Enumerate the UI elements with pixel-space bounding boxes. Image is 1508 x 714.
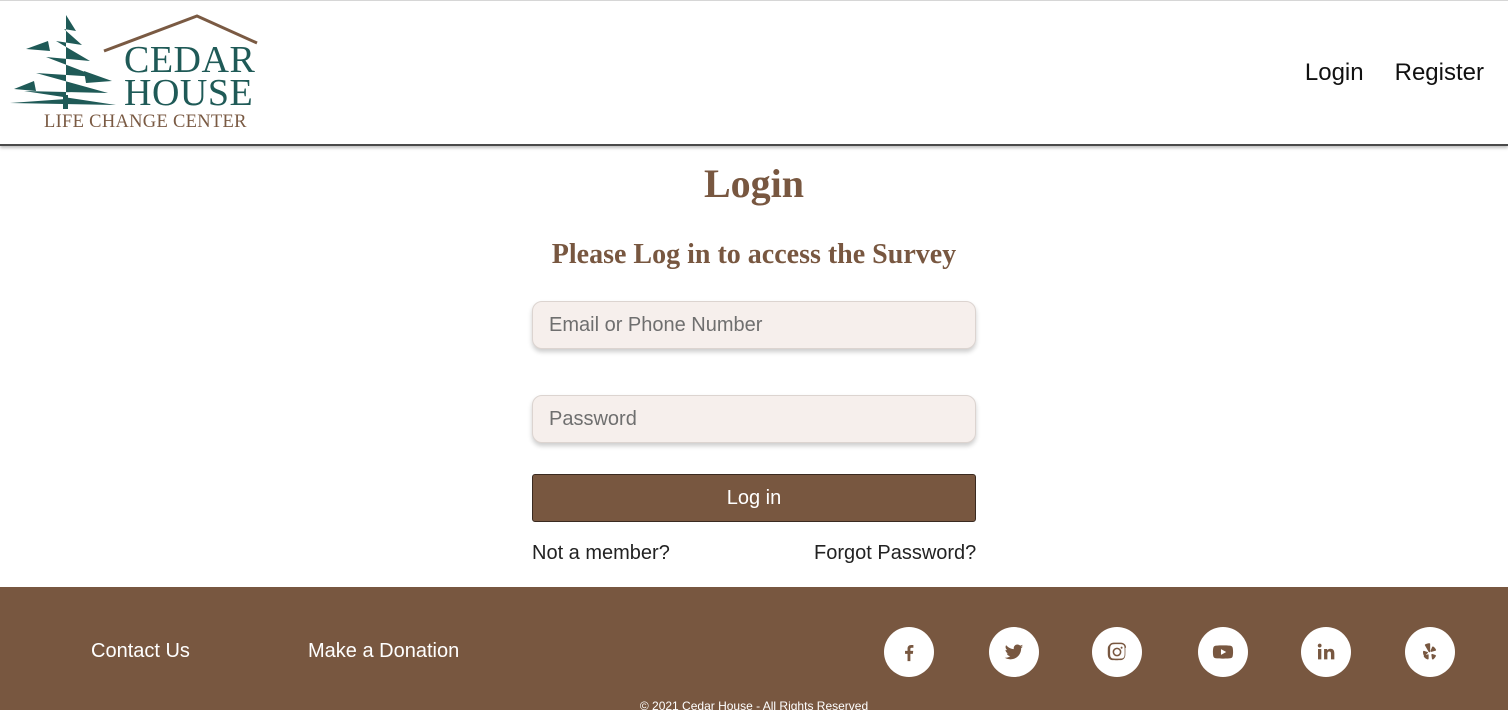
top-nav: Login Register [1305,59,1484,87]
page-subtitle: Please Log in to access the Survey [551,239,957,270]
make-donation-link[interactable]: Make a Donation [308,639,459,663]
cedar-house-logo[interactable]: CEDAR HOUSE LIFE CHANGE CENTER [6,11,262,133]
instagram-button[interactable] [1092,627,1142,677]
page-title: Login [703,161,805,206]
instagram-icon [1107,642,1127,661]
not-member-link[interactable]: Not a member? [532,541,670,565]
youtube-icon [1212,645,1234,659]
email-field[interactable] [532,301,976,349]
nav-login-link[interactable]: Login [1305,59,1364,87]
login-button[interactable]: Log in [532,474,976,522]
twitter-icon [1004,644,1024,660]
facebook-icon [905,644,914,662]
forgot-password-link[interactable]: Forgot Password? [814,541,976,565]
password-field[interactable] [532,395,976,443]
yelp-button[interactable] [1405,627,1455,677]
linkedin-button[interactable] [1301,627,1351,677]
logo-tagline: LIFE CHANGE CENTER [44,112,247,132]
youtube-button[interactable] [1198,627,1248,677]
contact-us-link[interactable]: Contact Us [91,639,190,663]
logo-house-text: HOUSE [124,72,254,114]
bottom-strip [0,710,1508,714]
site-header: CEDAR HOUSE LIFE CHANGE CENTER Login Reg… [0,0,1508,146]
linkedin-icon [1317,643,1335,660]
site-footer: Contact Us Make a Donation © 2021 Cedar … [0,587,1508,713]
facebook-button[interactable] [884,627,934,677]
nav-register-link[interactable]: Register [1395,59,1484,87]
twitter-button[interactable] [989,627,1039,677]
yelp-icon [1423,643,1437,660]
